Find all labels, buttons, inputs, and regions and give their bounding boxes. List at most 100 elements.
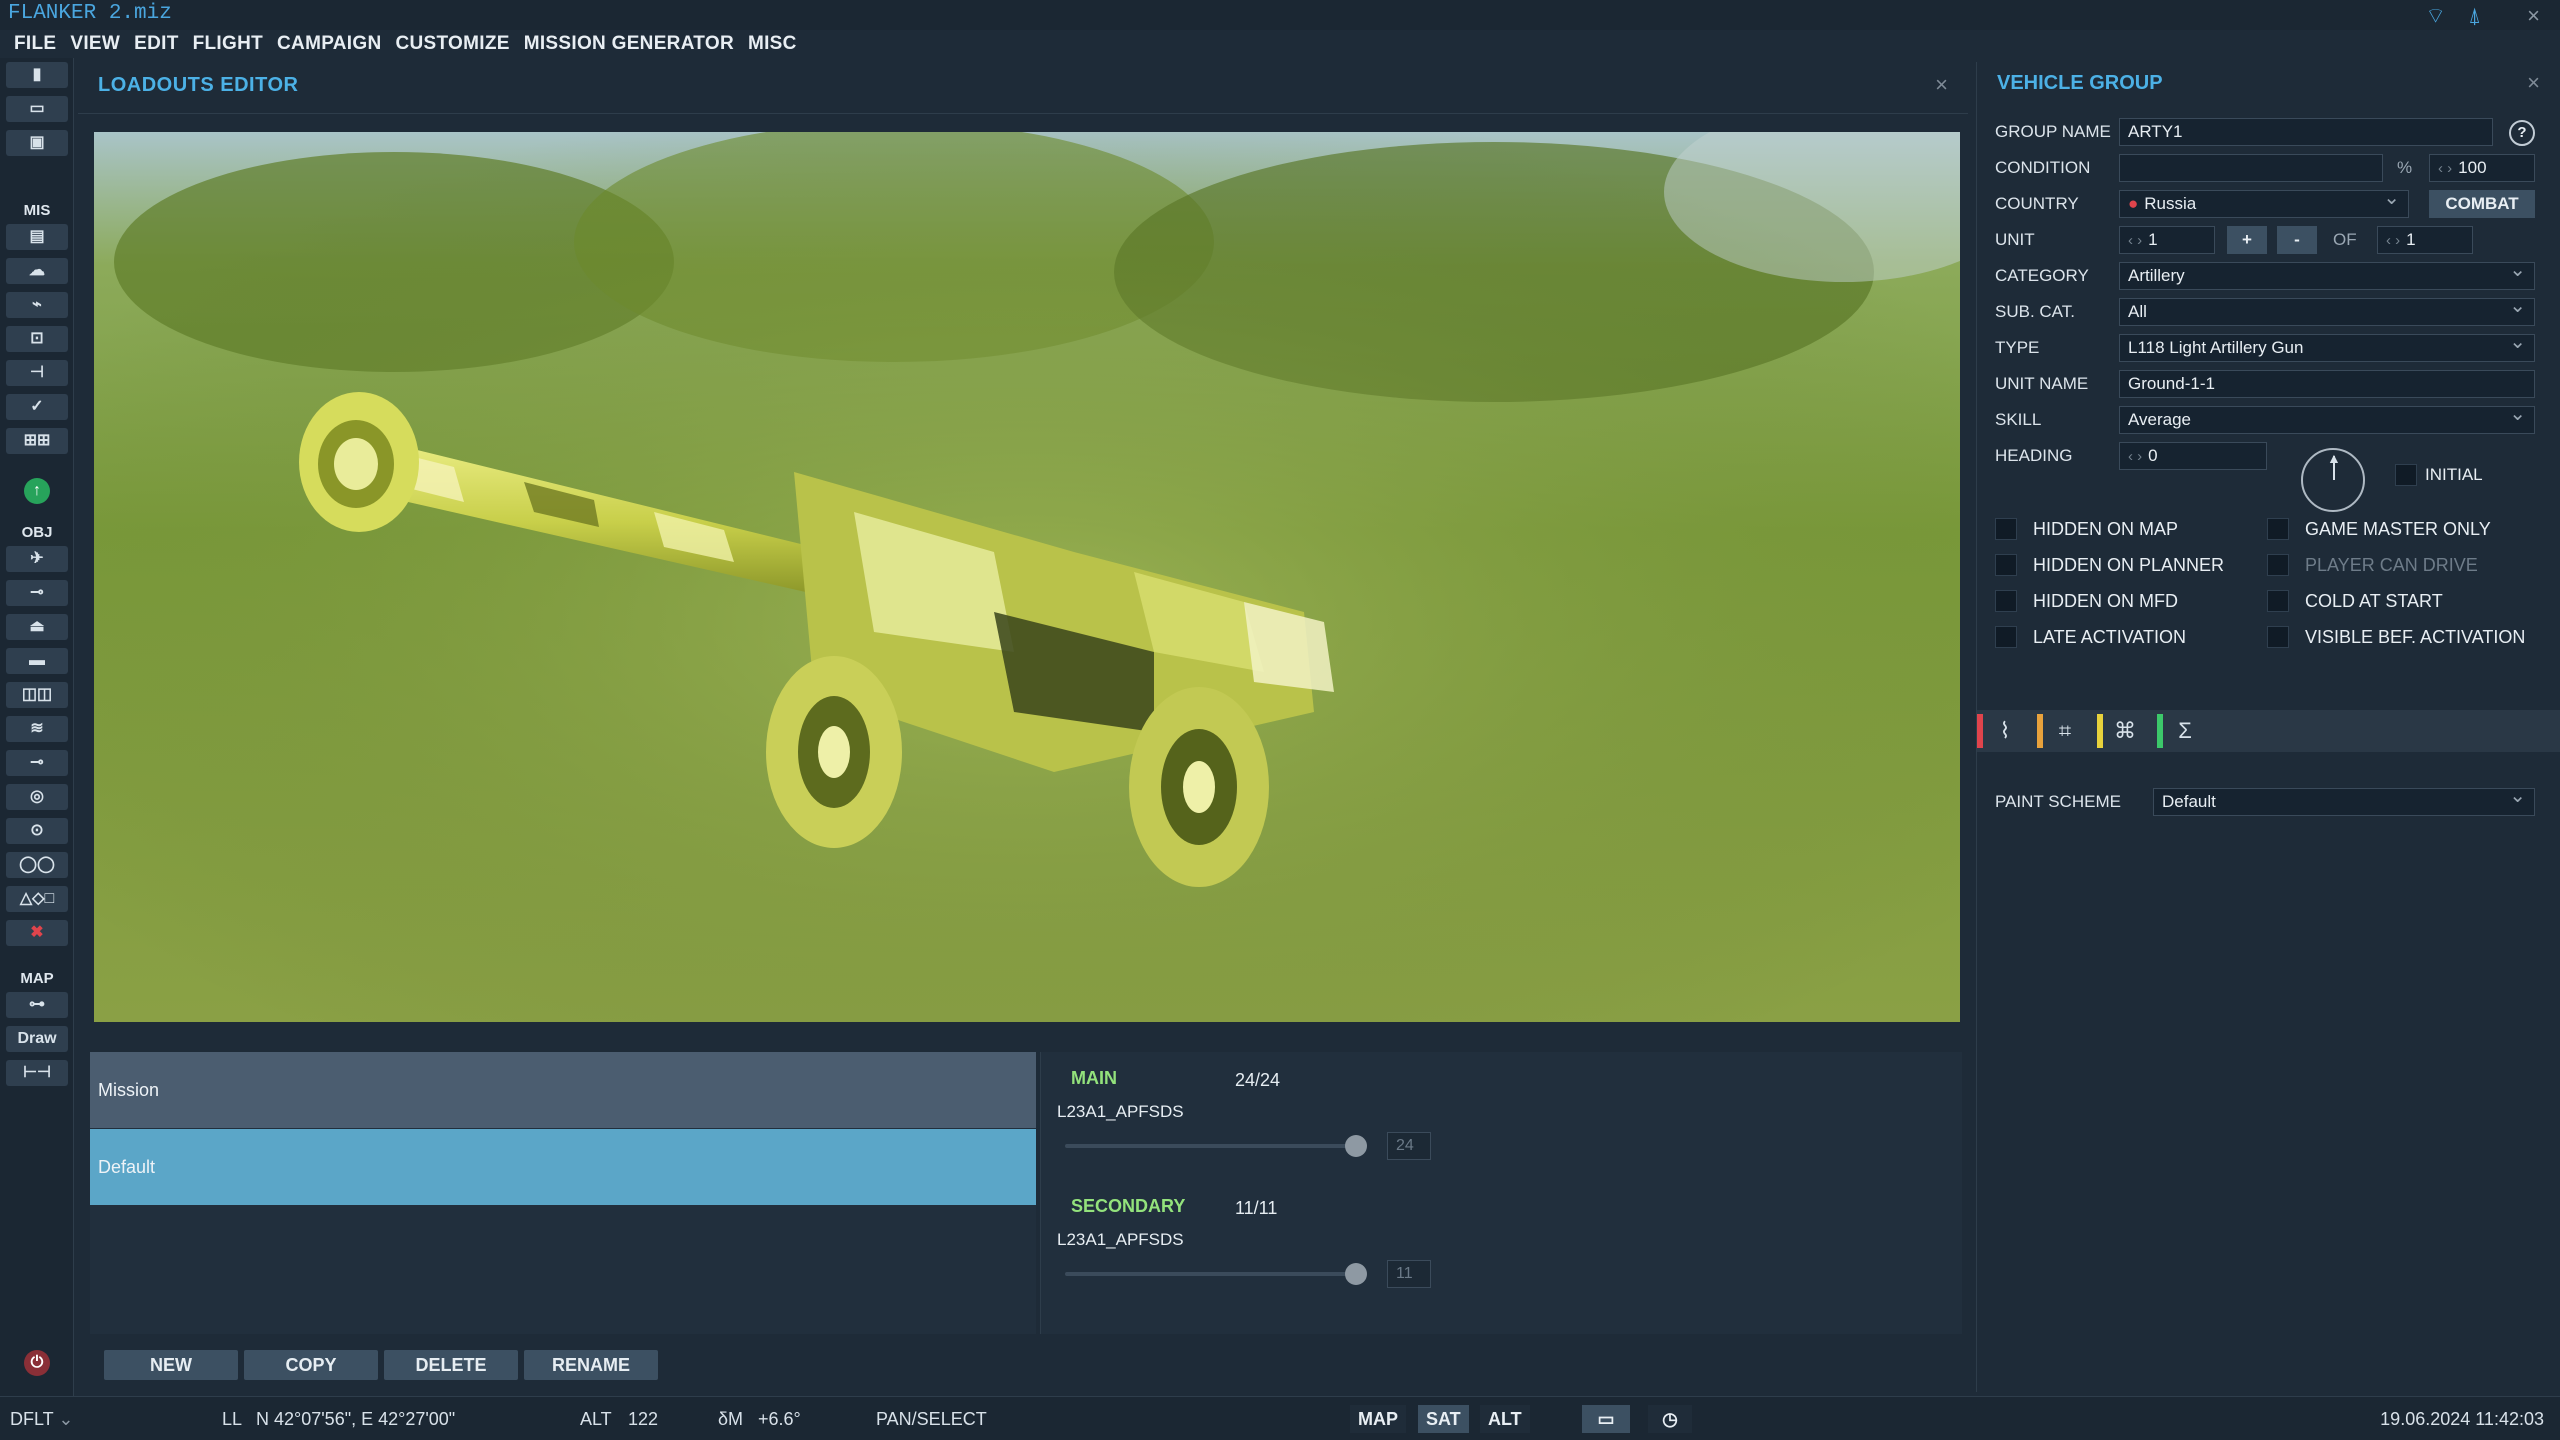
menu-campaign[interactable]: CAMPAIGN (277, 30, 381, 58)
menu-misc[interactable]: MISC (748, 30, 797, 58)
loadout-item-mission[interactable]: Mission (90, 1052, 1036, 1128)
type-select[interactable]: L118 Light Artillery Gun (2119, 334, 2535, 362)
triggers-icon[interactable]: ⊣ (6, 360, 68, 386)
category-select[interactable]: Artillery (2119, 262, 2535, 290)
heading-stepper[interactable]: ‹ › 0 (2119, 442, 2267, 470)
ruler-icon[interactable]: ⊶ (6, 992, 68, 1018)
briefing-icon[interactable]: ▤ (6, 224, 68, 250)
draw-button[interactable]: Draw (6, 1026, 68, 1052)
menu-edit[interactable]: EDIT (134, 30, 178, 58)
tab-commands[interactable]: ⌘ (2097, 710, 2153, 752)
nav-point-icon[interactable]: ⊙ (6, 818, 68, 844)
layers-icon[interactable]: ◯◯ (6, 852, 68, 878)
delete-icon[interactable]: ✖ (6, 920, 68, 946)
new-loadout-button[interactable]: NEW (104, 1350, 238, 1380)
secondary-ammo-value[interactable]: 11 (1387, 1260, 1431, 1288)
stepper-arrows-icon[interactable]: ‹ › (2128, 232, 2142, 249)
paint-scheme-select[interactable]: Default (2153, 788, 2535, 816)
template-icon[interactable]: ≋ (6, 716, 68, 742)
static-object-icon[interactable]: ◫◫ (6, 682, 68, 708)
tab-targets[interactable]: ⌗ (2037, 710, 2093, 752)
tab-route[interactable]: ⌇ (1977, 710, 2033, 752)
resources-icon[interactable]: ⊞⊞ (6, 428, 68, 454)
ship-icon[interactable]: ⏏ (6, 614, 68, 640)
goal-icon[interactable]: ↑ (24, 478, 50, 504)
unit-total-stepper[interactable]: ‹ › 1 (2377, 226, 2473, 254)
main-ammo-value[interactable]: 24 (1387, 1132, 1431, 1160)
late-activation-label: LATE ACTIVATION (2033, 627, 2187, 647)
remove-unit-button[interactable]: - (2277, 226, 2317, 254)
clock-icon[interactable]: ◷ (1648, 1405, 1692, 1433)
condition-label: CONDITION (1995, 158, 2091, 177)
vehicle-icon[interactable]: ▬ (6, 648, 68, 674)
rename-loadout-button[interactable]: RENAME (524, 1350, 658, 1380)
menu-flight[interactable]: FLIGHT (193, 30, 263, 58)
wifi-icon[interactable]: ⌔ (2425, 4, 2446, 28)
combat-button[interactable]: COMBAT (2429, 190, 2535, 218)
open-folder-icon[interactable]: ▭ (6, 96, 68, 122)
visible-bef-activation-checkbox[interactable] (2267, 626, 2289, 648)
close-icon[interactable]: × (2527, 70, 2540, 96)
help-icon[interactable]: ? (2509, 120, 2535, 146)
menu-customize[interactable]: CUSTOMIZE (395, 30, 509, 58)
save-icon[interactable]: ▣ (6, 130, 68, 156)
skill-select[interactable]: Average (2119, 406, 2535, 434)
late-activation-checkbox[interactable] (1995, 626, 2017, 648)
game-master-only-checkbox[interactable] (2267, 518, 2289, 540)
close-icon[interactable]: × (2527, 4, 2540, 28)
delete-loadout-button[interactable]: DELETE (384, 1350, 518, 1380)
profile-select[interactable]: DFLT ⌄ (10, 1409, 73, 1430)
heading-dial[interactable]: ▲ (2301, 448, 2365, 512)
sat-view-button[interactable]: SAT (1418, 1405, 1469, 1433)
condition-percent-field[interactable]: ‹ › 100 (2429, 154, 2535, 182)
loadout-item-default[interactable]: Default (90, 1129, 1036, 1205)
initial-checkbox[interactable] (2395, 464, 2417, 486)
alt-view-button[interactable]: ALT (1480, 1405, 1530, 1433)
stepper-arrows-icon[interactable]: ‹ › (2386, 232, 2400, 249)
main-ammo-slider[interactable] (1065, 1135, 1367, 1157)
exit-icon[interactable]: ⏻ (24, 1350, 50, 1376)
waypoint-icon[interactable]: ⊸ (6, 750, 68, 776)
trigger-zone-icon[interactable]: ◎ (6, 784, 68, 810)
sub-cat-select[interactable]: All (2119, 298, 2535, 326)
menu-view[interactable]: VIEW (70, 30, 120, 58)
map-view-button[interactable]: MAP (1350, 1405, 1406, 1433)
time-icon[interactable]: ⌁ (6, 292, 68, 318)
menu-mission-generator[interactable]: MISSION GENERATOR (524, 30, 734, 58)
zone-icon[interactable]: ⊡ (6, 326, 68, 352)
close-icon[interactable]: × (1935, 72, 1948, 98)
check-icon[interactable]: ✓ (6, 394, 68, 420)
heading-arrow-icon: ▲ (2327, 450, 2341, 466)
map-layers-icon[interactable]: ▭ (1582, 1405, 1630, 1433)
secondary-ammo-slider-thumb[interactable] (1345, 1263, 1367, 1285)
airplane-icon[interactable]: ✈ (6, 546, 68, 572)
group-name-field[interactable]: ARTY1 (2119, 118, 2493, 146)
unit-value: 1 (2148, 230, 2158, 249)
hidden-on-planner-checkbox[interactable] (1995, 554, 2017, 576)
stepper-arrows-icon[interactable]: ‹ › (2128, 448, 2142, 465)
stepper-arrows-icon[interactable]: ‹ › (2438, 160, 2452, 177)
country-select[interactable]: ● Russia (2119, 190, 2409, 218)
unit-preview-viewport[interactable] (94, 132, 1960, 1022)
tab-summary[interactable]: Σ (2157, 710, 2213, 752)
add-unit-button[interactable]: + (2227, 226, 2267, 254)
left-toolbar: ▮ ▭ ▣ MIS ▤ ☁ ⌁ ⊡ ⊣ ✓ ⊞⊞ ↑ OBJ ✈ ⊸ ⏏ ▬ ◫… (0, 58, 74, 1396)
antenna-icon[interactable]: ⍋ (2468, 4, 2481, 28)
new-file-icon[interactable]: ▮ (6, 62, 68, 88)
main-ammo-slider-thumb[interactable] (1345, 1135, 1367, 1157)
coord-type-label[interactable]: LL (222, 1409, 242, 1430)
hidden-on-mfd-checkbox[interactable] (1995, 590, 2017, 612)
menu-file[interactable]: FILE (14, 30, 56, 58)
helicopter-icon[interactable]: ⊸ (6, 580, 68, 606)
cold-at-start-checkbox[interactable] (2267, 590, 2289, 612)
secondary-ammo-slider[interactable] (1065, 1263, 1367, 1285)
weather-icon[interactable]: ☁ (6, 258, 68, 284)
heading-value: 0 (2148, 446, 2158, 465)
unit-stepper[interactable]: ‹ › 1 (2119, 226, 2215, 254)
condition-field[interactable] (2119, 154, 2383, 182)
copy-loadout-button[interactable]: COPY (244, 1350, 378, 1380)
shapes-icon[interactable]: △◇□ (6, 886, 68, 912)
unit-name-field[interactable]: Ground-1-1 (2119, 370, 2535, 398)
hidden-on-map-checkbox[interactable] (1995, 518, 2017, 540)
measure-icon[interactable]: ⊢⊣ (6, 1060, 68, 1086)
